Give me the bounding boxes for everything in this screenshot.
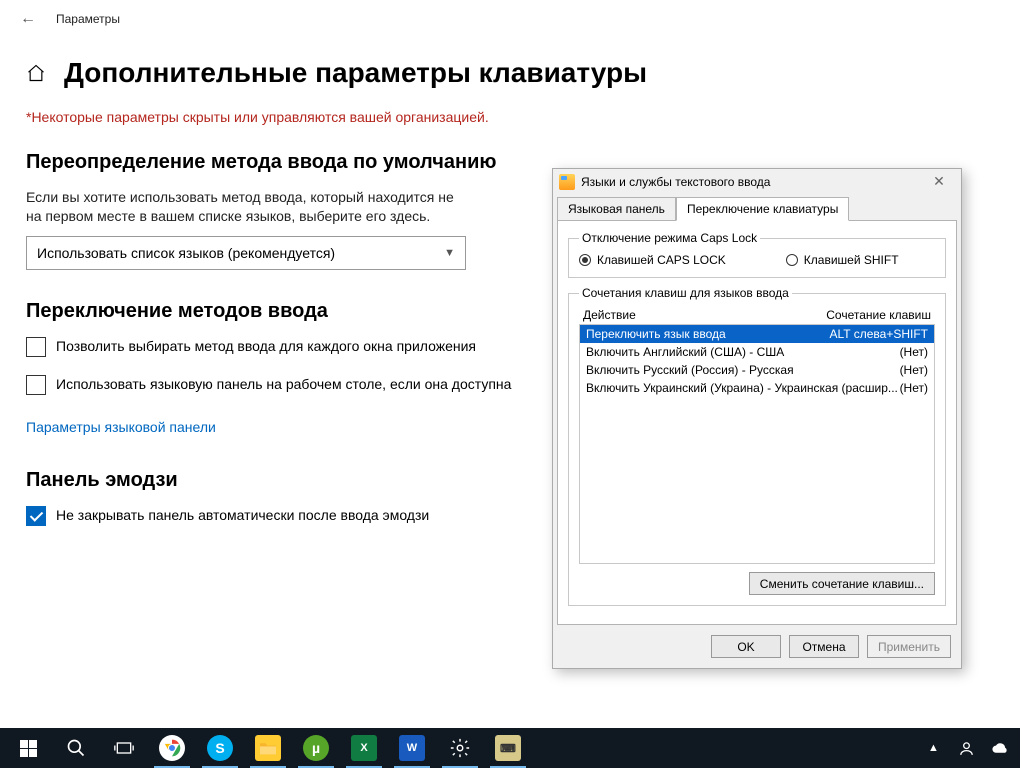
checkbox-icon <box>26 337 46 357</box>
search-icon <box>66 738 86 758</box>
capslock-legend: Отключение режима Caps Lock <box>579 231 760 245</box>
hotkey-row[interactable]: Включить Английский (США) - США (Нет) <box>580 343 934 361</box>
checkbox-label: Не закрывать панель автоматически после … <box>56 506 429 525</box>
checkbox-icon <box>26 506 46 526</box>
select-value: Использовать список языков (рекомендуетс… <box>37 245 335 261</box>
chevron-down-icon: ▼ <box>444 247 455 259</box>
override-description: Если вы хотите использовать метод ввода,… <box>26 188 466 226</box>
hotkey-action: Включить Украинский (Украина) - Украинск… <box>586 381 898 395</box>
folder-icon <box>255 735 281 761</box>
task-view-icon <box>114 740 134 756</box>
start-button[interactable] <box>4 728 52 768</box>
dialog-icon <box>559 174 575 190</box>
langbar-options-link[interactable]: Параметры языковой панели <box>26 419 216 435</box>
taskbar-word[interactable]: W <box>388 728 436 768</box>
home-icon[interactable] <box>26 63 46 83</box>
capslock-group: Отключение режима Caps Lock Клавишей CAP… <box>568 231 946 278</box>
col-action: Действие <box>583 308 636 322</box>
windows-icon <box>20 740 37 757</box>
radio-label: Клавишей CAPS LOCK <box>597 253 726 267</box>
page-title: Дополнительные параметры клавиатуры <box>64 58 647 89</box>
taskbar-utorrent[interactable]: µ <box>292 728 340 768</box>
hotkey-combo: (Нет) <box>900 345 928 359</box>
hotkey-row[interactable]: Переключить язык ввода ALT слева+SHIFT <box>580 325 934 343</box>
checkbox-icon <box>26 375 46 395</box>
text-services-dialog: Языки и службы текстового ввода ✕ Языков… <box>552 168 962 669</box>
checkbox-emoji-autoclose[interactable]: Не закрывать панель автоматически после … <box>26 506 516 526</box>
utorrent-icon: µ <box>303 735 329 761</box>
tab-langbar[interactable]: Языковая панель <box>557 197 676 221</box>
taskbar-chrome[interactable] <box>148 728 196 768</box>
task-view-button[interactable] <box>100 728 148 768</box>
chrome-icon <box>159 735 185 761</box>
taskbar-osk[interactable]: ⌨ <box>484 728 532 768</box>
hotkey-combo: (Нет) <box>900 363 928 377</box>
default-input-method-select[interactable]: Использовать список языков (рекомендуетс… <box>26 236 466 270</box>
ok-button[interactable]: OK <box>711 635 781 658</box>
apply-button[interactable]: Применить <box>867 635 951 658</box>
dialog-title: Языки и службы текстового ввода <box>581 175 770 189</box>
hotkeys-group: Сочетания клавиш для языков ввода Действ… <box>568 286 946 606</box>
change-hotkey-button[interactable]: Сменить сочетание клавиш... <box>749 572 935 595</box>
hotkey-action: Переключить язык ввода <box>586 327 726 341</box>
search-button[interactable] <box>52 728 100 768</box>
taskbar-explorer[interactable] <box>244 728 292 768</box>
taskbar-settings[interactable] <box>436 728 484 768</box>
radio-capslock[interactable]: Клавишей CAPS LOCK <box>579 253 726 267</box>
hotkey-row[interactable]: Включить Русский (Россия) - Русская (Нет) <box>580 361 934 379</box>
tray-onedrive-icon[interactable] <box>991 740 1008 757</box>
checkbox-label: Позволить выбирать метод ввода для каждо… <box>56 337 476 356</box>
hotkey-action: Включить Английский (США) - США <box>586 345 784 359</box>
hotkey-list[interactable]: Переключить язык ввода ALT слева+SHIFT Вкл… <box>579 324 935 564</box>
taskbar: S µ X W ⌨ ▲ <box>0 728 1020 768</box>
taskbar-excel[interactable]: X <box>340 728 388 768</box>
radio-icon <box>579 254 591 266</box>
keyboard-icon: ⌨ <box>495 735 521 761</box>
hotkey-combo: ALT слева+SHIFT <box>830 327 929 341</box>
checkbox-per-window[interactable]: Позволить выбирать метод ввода для каждо… <box>26 337 516 357</box>
radio-icon <box>786 254 798 266</box>
checkbox-langbar-desktop[interactable]: Использовать языковую панель на рабочем … <box>26 375 516 395</box>
hotkeys-legend: Сочетания клавиш для языков ввода <box>579 286 792 300</box>
col-combo: Сочетание клавиш <box>826 308 931 322</box>
skype-icon: S <box>207 735 233 761</box>
cancel-button[interactable]: Отмена <box>789 635 859 658</box>
radio-shift[interactable]: Клавишей SHIFT <box>786 253 899 267</box>
org-warning: *Некоторые параметры скрыты или управляю… <box>26 109 994 125</box>
radio-label: Клавишей SHIFT <box>804 253 899 267</box>
excel-icon: X <box>351 735 377 761</box>
hotkey-action: Включить Русский (Россия) - Русская <box>586 363 794 377</box>
gear-icon <box>449 737 471 759</box>
taskbar-skype[interactable]: S <box>196 728 244 768</box>
word-icon: W <box>399 735 425 761</box>
hotkey-row[interactable]: Включить Украинский (Украина) - Украинск… <box>580 379 934 397</box>
checkbox-label: Использовать языковую панель на рабочем … <box>56 375 511 394</box>
close-button[interactable]: ✕ <box>925 173 953 190</box>
tray-people-icon[interactable] <box>958 740 975 757</box>
tray-chevron-up-icon[interactable]: ▲ <box>925 740 942 757</box>
hotkey-combo: (Нет) <box>900 381 928 395</box>
window-title: Параметры <box>56 12 120 26</box>
tab-keyboard-switch[interactable]: Переключение клавиатуры <box>676 197 849 221</box>
back-button[interactable]: ← <box>20 10 36 28</box>
